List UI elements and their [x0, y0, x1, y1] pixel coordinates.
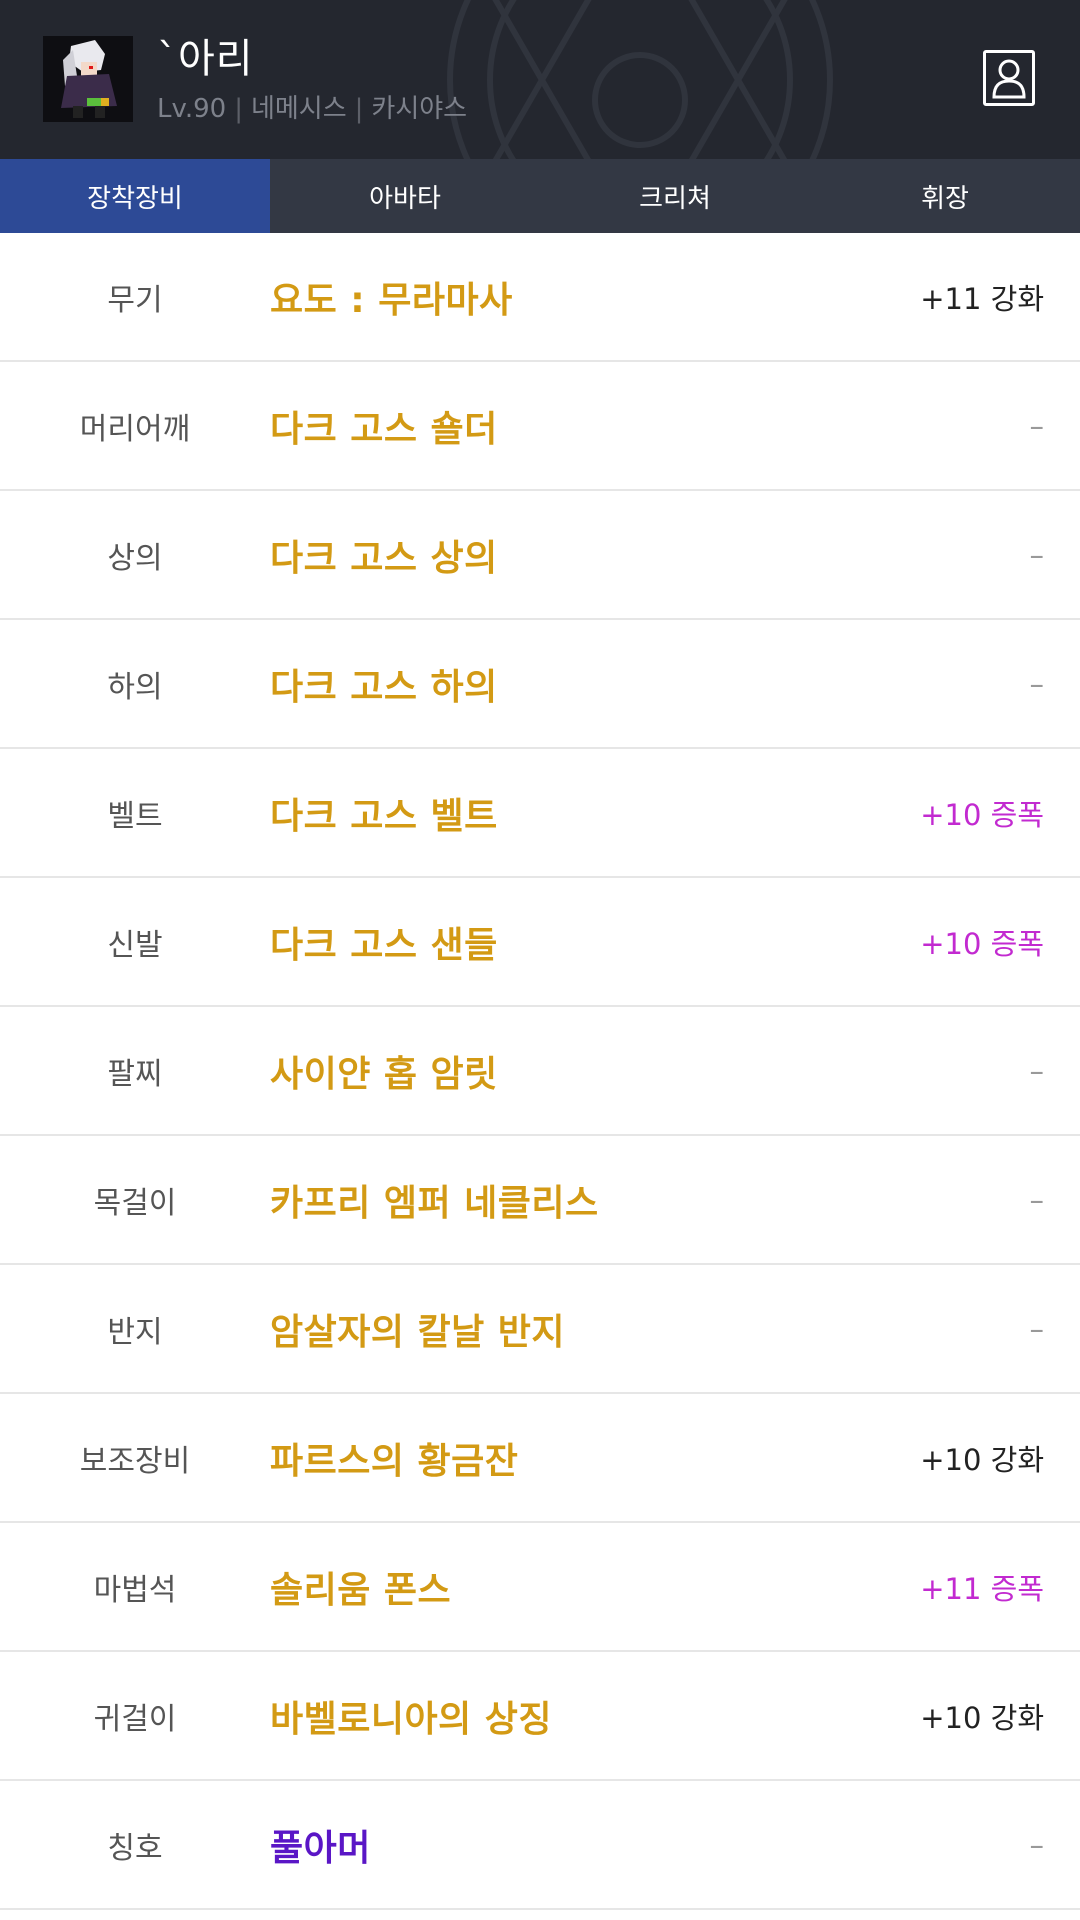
- upgrade-status: –: [1029, 537, 1045, 572]
- tab-creature[interactable]: 크리쳐: [540, 159, 810, 233]
- slot-label: 마법석: [93, 1572, 177, 1608]
- equipment-row-magic-stone[interactable]: 마법석 솔리움 폰스 +11 증폭: [0, 1523, 1080, 1652]
- character-header: `아리 Lv.90 | 네메시스 | 카시야스: [0, 0, 1080, 159]
- upgrade-status: –: [1029, 1182, 1045, 1217]
- slot-label: 칭호: [107, 1830, 163, 1866]
- item-name: 다크 고스 상의: [270, 537, 498, 579]
- equipment-row-necklace[interactable]: 목걸이 카프리 엠퍼 네클리스 –: [0, 1136, 1080, 1265]
- equipment-row-weapon[interactable]: 무기 요도 : 무라마사 +11 강화: [0, 233, 1080, 362]
- separator: |: [234, 94, 243, 124]
- equipment-row-belt[interactable]: 벨트 다크 고스 벨트 +10 증폭: [0, 749, 1080, 878]
- person-icon: [992, 59, 1026, 99]
- item-name: 다크 고스 하의: [270, 666, 498, 708]
- upgrade-status: –: [1029, 1053, 1045, 1088]
- slot-label: 귀걸이: [93, 1701, 177, 1737]
- upgrade-status: –: [1029, 1311, 1045, 1346]
- equipment-list: 무기 요도 : 무라마사 +11 강화 머리어깨 다크 고스 숄더 – 상의 다…: [0, 233, 1080, 1910]
- character-avatar[interactable]: [43, 36, 133, 122]
- upgrade-status: +11 강화: [920, 281, 1044, 316]
- slot-label: 반지: [107, 1314, 163, 1350]
- character-info: Lv.90 | 네메시스 | 카시야스: [157, 88, 467, 125]
- upgrade-status: –: [1029, 666, 1045, 701]
- character-portrait-icon: [43, 36, 133, 122]
- equipment-row-support[interactable]: 보조장비 파르스의 황금잔 +10 강화: [0, 1394, 1080, 1523]
- equipment-row-ring[interactable]: 반지 암살자의 칼날 반지 –: [0, 1265, 1080, 1394]
- separator: |: [354, 94, 364, 124]
- equipment-tabs: 장착장비 아바타 크리쳐 휘장: [0, 159, 1080, 233]
- slot-label: 상의: [107, 540, 163, 576]
- tab-emblem[interactable]: 휘장: [810, 159, 1080, 233]
- slot-label: 머리어깨: [79, 411, 191, 447]
- equipment-row-bottom[interactable]: 하의 다크 고스 하의 –: [0, 620, 1080, 749]
- item-name: 솔리움 폰스: [270, 1569, 452, 1611]
- item-name: 사이얀 홉 암릿: [270, 1053, 498, 1095]
- upgrade-status: +11 증폭: [920, 1571, 1044, 1606]
- equipment-row-shoulder[interactable]: 머리어깨 다크 고스 숄더 –: [0, 362, 1080, 491]
- item-name: 요도 : 무라마사: [270, 279, 513, 321]
- item-name: 파르스의 황금잔: [270, 1440, 519, 1482]
- equipment-row-top[interactable]: 상의 다크 고스 상의 –: [0, 491, 1080, 620]
- item-name: 풀아머: [270, 1827, 371, 1869]
- item-name: 카프리 엠퍼 네클리스: [270, 1182, 599, 1224]
- item-name: 다크 고스 벨트: [270, 795, 498, 837]
- equipment-row-earring[interactable]: 귀걸이 바벨로니아의 상징 +10 강화: [0, 1652, 1080, 1781]
- equipment-row-bracelet[interactable]: 팔찌 사이얀 홉 암릿 –: [0, 1007, 1080, 1136]
- slot-label: 하의: [107, 669, 163, 705]
- character-name: `아리: [157, 36, 254, 82]
- slot-label: 보조장비: [79, 1443, 191, 1479]
- tab-equipped[interactable]: 장착장비: [0, 159, 270, 233]
- slot-label: 벨트: [107, 798, 163, 834]
- upgrade-status: –: [1029, 408, 1045, 443]
- item-name: 다크 고스 숄더: [270, 408, 498, 450]
- item-name: 암살자의 칼날 반지: [270, 1311, 566, 1353]
- upgrade-status: –: [1029, 1827, 1045, 1862]
- character-server: 카시야스: [371, 94, 468, 124]
- equipment-row-title[interactable]: 칭호 풀아머 –: [0, 1781, 1080, 1910]
- magic-circle-decoration: [447, 0, 833, 159]
- slot-label: 팔찌: [107, 1056, 163, 1092]
- upgrade-status: +10 강화: [920, 1442, 1044, 1477]
- upgrade-status: +10 증폭: [920, 926, 1044, 961]
- character-job: 네메시스: [250, 94, 347, 124]
- equipment-row-shoes[interactable]: 신발 다크 고스 샌들 +10 증폭: [0, 878, 1080, 1007]
- character-level: Lv.90: [157, 94, 227, 124]
- upgrade-status: +10 증폭: [920, 797, 1044, 832]
- slot-label: 신발: [107, 927, 163, 963]
- tab-avatar[interactable]: 아바타: [270, 159, 540, 233]
- item-name: 다크 고스 샌들: [270, 924, 498, 966]
- profile-button[interactable]: [983, 50, 1035, 106]
- upgrade-status: +10 강화: [920, 1700, 1044, 1735]
- item-name: 바벨로니아의 상징: [270, 1698, 552, 1740]
- slot-label: 무기: [107, 282, 163, 318]
- slot-label: 목걸이: [93, 1185, 177, 1221]
